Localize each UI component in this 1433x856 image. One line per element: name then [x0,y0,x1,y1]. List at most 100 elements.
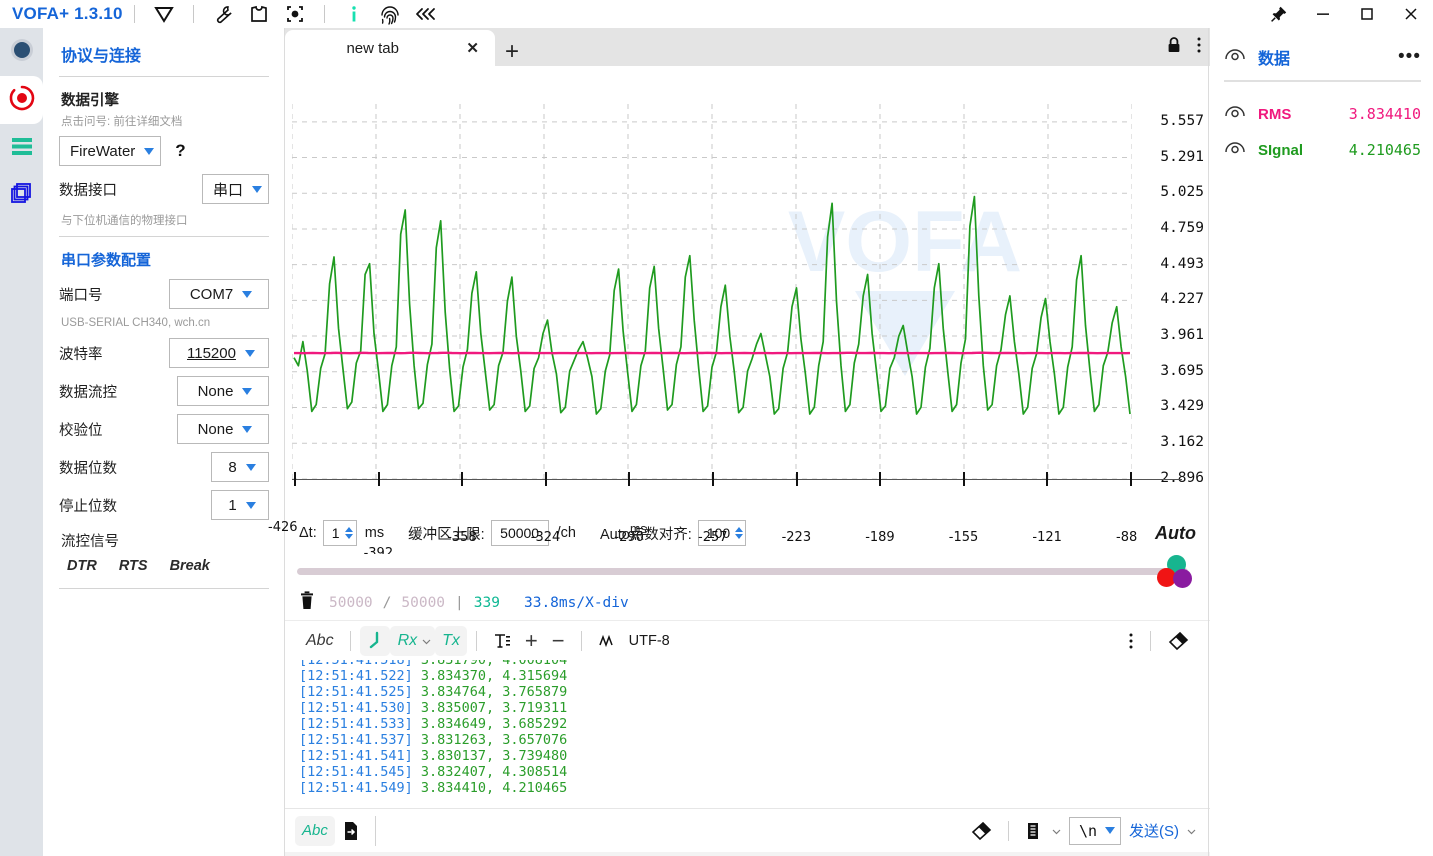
log-output[interactable]: [12:51:41.518] 3.831790, 4.008104 [12:51:… [285,660,1210,808]
log-values: 3.830137, 3.739480 [412,748,568,764]
chevron-down-icon[interactable] [1052,822,1061,840]
field-label: 停止位数 [59,498,117,515]
tx-button[interactable]: Tx [435,625,467,656]
dtr-button[interactable]: DTR [67,558,97,574]
decrease-font-button[interactable]: − [545,626,572,656]
x-tick [377,472,380,486]
tab-new-tab[interactable]: new tab ✕ [285,30,495,66]
time-slider[interactable] [285,554,1210,588]
field-baud: 波特率 115200 [59,338,269,368]
rail-item-connect[interactable] [0,28,43,76]
log-timestamp: [12:51:41.541] [299,748,413,764]
stopbits-select[interactable]: 1 [211,490,269,520]
eye-icon[interactable] [1224,104,1246,125]
port-select[interactable]: COM7 [169,279,269,309]
maximize-icon[interactable] [1345,0,1389,28]
fingerprint-icon[interactable] [376,2,404,26]
slash: / [382,595,392,611]
x-tick [879,472,882,486]
flow-select[interactable]: None [177,376,269,406]
log-values: 3.832407, 4.308514 [412,764,568,780]
newline-select[interactable]: \n [1068,816,1121,845]
increase-font-button[interactable]: + [518,626,545,656]
trash-icon[interactable] [299,591,315,615]
y-tick-label: 3.162 [1160,434,1204,451]
eye-icon[interactable] [1224,140,1246,161]
more-vertical-icon[interactable] [1121,626,1141,656]
window-controls [1257,0,1433,28]
chart-container[interactable]: VOFA 5.557 5.291 5.025 4.759 4.493 4.227 3.961… [268,66,1210,561]
newline-icon[interactable] [591,626,623,656]
engine-select[interactable]: FireWater [59,136,162,166]
minimize-icon[interactable] [1301,0,1345,28]
chevron-down-icon[interactable] [422,632,431,650]
log-line: [12:51:41.541] 3.830137, 3.739480 [299,748,1196,764]
x-axis-unit: ms [630,522,647,536]
wrap-icon[interactable] [359,625,390,656]
purple-handle[interactable] [1173,569,1192,588]
send-input[interactable] [374,815,963,846]
rts-button[interactable]: RTS [119,558,148,574]
rx-button[interactable]: Rx [389,625,436,656]
x-tick-label: -189 [865,530,895,545]
data-row-rms[interactable]: RMS 3.834410 [1224,96,1421,132]
rail-item-record[interactable] [0,76,43,124]
input-abc-button[interactable]: Abc [295,815,335,846]
interface-select[interactable]: 串口 [201,174,269,204]
wrench-icon[interactable] [209,2,237,26]
engine-value: FireWater [70,142,136,160]
history-icon[interactable] [1018,816,1050,846]
chevron-down-icon[interactable] [1187,822,1196,840]
slider-track[interactable] [297,568,1188,575]
chevron-down-icon [144,147,155,155]
close-icon[interactable]: ✕ [460,39,485,57]
field-value: COM7 [189,285,234,303]
rail-item-windows[interactable] [0,172,43,220]
field-value: 8 [228,458,237,476]
more-vertical-icon[interactable] [1196,36,1202,59]
break-button[interactable]: Break [170,558,210,574]
encoding-label[interactable]: UTF-8 [629,633,670,649]
app-root: VOFA+ 1.3.10 协议与连接 数据引擎 点击问号: 前往详细文档 Fir… [0,0,1433,856]
rail-item-list[interactable] [0,124,43,172]
databits-select[interactable]: 8 [211,452,269,482]
log-timestamp: [12:51:41.537] [299,732,413,748]
eraser-icon[interactable] [963,816,999,846]
tab-strip-actions [1166,36,1202,59]
eye-icon[interactable] [1224,47,1246,68]
parity-select[interactable]: None [177,414,269,444]
chevron-down-icon [242,290,253,298]
abc-button[interactable]: Abc [299,626,341,656]
x-tick-label: -223 [781,530,812,545]
baud-select[interactable]: 115200 [169,338,269,368]
shirt-icon[interactable] [245,2,273,26]
collapse-left-icon[interactable] [412,2,440,26]
x-tick-label: -426 [268,520,298,535]
field-label: 数据流控 [59,384,117,401]
lock-icon[interactable] [1166,36,1182,59]
serial-section-title: 串口参数配置 [61,252,152,269]
divider [59,588,269,589]
series-name: SIgnal [1258,141,1304,159]
target-icon[interactable] [281,2,309,26]
more-horizontal-icon[interactable]: ••• [1398,46,1421,68]
timestamp-icon[interactable] [486,626,518,656]
send-button[interactable]: 发送(S) [1121,820,1187,841]
record-icon [8,84,36,117]
divider [59,236,269,237]
add-tab-button[interactable]: + [495,40,529,66]
chart-plot[interactable] [292,104,1132,479]
pin-icon[interactable] [1257,0,1301,28]
vofa-logo-icon[interactable] [150,2,178,26]
eraser-icon[interactable] [1160,626,1196,656]
close-icon[interactable] [1389,0,1433,28]
help-question-icon[interactable]: ? [175,141,185,161]
y-tick-label: 5.291 [1160,148,1204,165]
engine-row: FireWater ? [59,136,269,166]
info-icon[interactable] [340,2,368,26]
interface-hint: 与下位机通信的物理接口 [61,215,188,227]
data-row-signal[interactable]: SIgnal 4.210465 [1224,132,1421,168]
copy-icon [8,180,36,213]
send-file-icon[interactable] [335,816,367,846]
panel-title: 协议与连接 [61,48,142,65]
